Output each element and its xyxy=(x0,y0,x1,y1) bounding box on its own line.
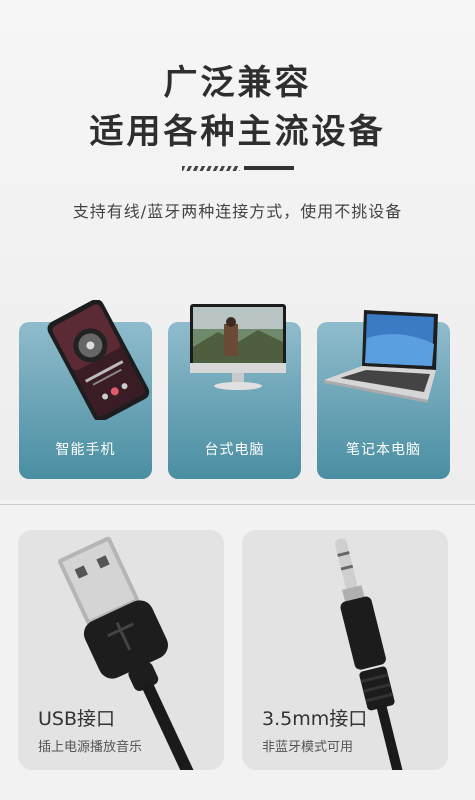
audio-jack-icon xyxy=(334,538,406,770)
device-label-smartphone: 智能手机 xyxy=(55,442,116,458)
section-divider xyxy=(0,504,475,505)
device-label-desktop: 台式电脑 xyxy=(204,442,265,458)
usb-plug-icon xyxy=(57,536,203,770)
device-label-laptop: 笔记本电脑 xyxy=(346,442,421,458)
device-card-smartphone: 智能手机 xyxy=(19,300,152,479)
divider-bar xyxy=(244,166,294,170)
port-desc-usb: 插上电源播放音乐 xyxy=(38,740,143,755)
port-desc-audio-jack: 非蓝牙模式可用 xyxy=(262,740,354,755)
device-card-desktop: 台式电脑 xyxy=(168,304,301,479)
port-card-audio-jack: 3.5mm接口 非蓝牙模式可用 xyxy=(242,530,448,770)
laptop-icon xyxy=(324,310,438,403)
device-card-laptop: 笔记本电脑 xyxy=(317,310,450,479)
port-title-audio-jack: 3.5mm接口 xyxy=(262,708,368,730)
title-divider xyxy=(182,165,294,171)
page-title-line2: 适用各种主流设备 xyxy=(89,112,386,152)
port-card-usb: USB接口 插上电源播放音乐 xyxy=(18,530,224,770)
page-title-line1: 广泛兼容 xyxy=(163,63,312,103)
port-title-usb: USB接口 xyxy=(38,708,116,730)
smartphone-icon xyxy=(47,300,150,420)
desktop-monitor-icon xyxy=(190,304,286,390)
divider-dashes xyxy=(182,165,240,171)
page-subtitle: 支持有线/蓝牙两种连接方式，使用不挑设备 xyxy=(72,202,403,221)
